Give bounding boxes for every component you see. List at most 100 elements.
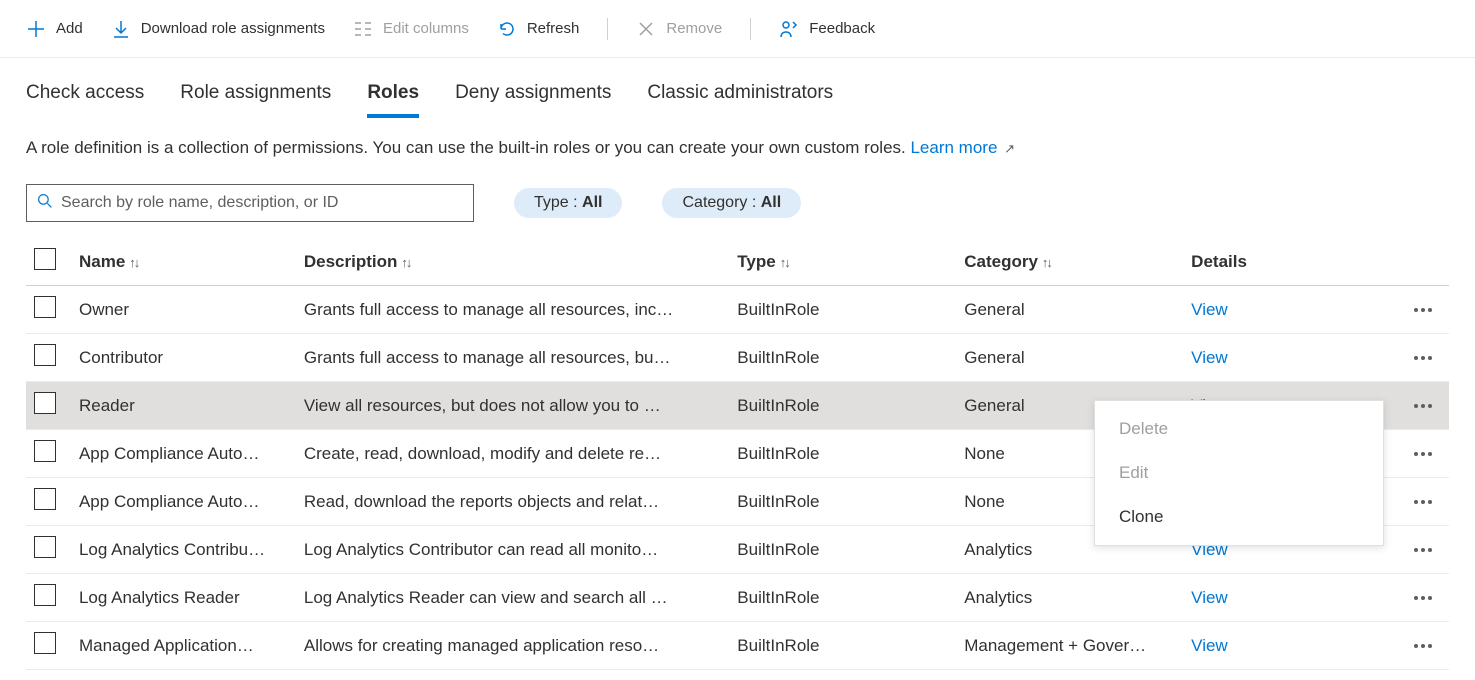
toolbar-divider	[607, 18, 608, 40]
cell-description: Grants full access to manage all resourc…	[296, 286, 729, 334]
page-description: A role definition is a collection of per…	[0, 118, 1475, 158]
cell-description: Log Analytics Reader can view and search…	[296, 574, 729, 622]
feedback-button[interactable]: Feedback	[779, 19, 875, 39]
row-checkbox[interactable]	[34, 392, 56, 414]
table-row[interactable]: Log Analytics ReaderLog Analytics Reader…	[26, 574, 1449, 622]
cell-category: General	[956, 286, 1183, 334]
sort-icon: ↑↓	[129, 255, 138, 270]
external-link-icon: ↗	[1004, 141, 1015, 156]
header-details: Details	[1183, 238, 1398, 286]
header-description[interactable]: Description↑↓	[296, 238, 729, 286]
header-name[interactable]: Name↑↓	[71, 238, 296, 286]
row-checkbox[interactable]	[34, 296, 56, 318]
edit-columns-button: Edit columns	[353, 19, 469, 39]
tab-deny-assignments[interactable]: Deny assignments	[455, 82, 611, 118]
row-checkbox[interactable]	[34, 632, 56, 654]
feedback-icon	[779, 19, 799, 39]
view-link[interactable]: View	[1191, 300, 1228, 319]
select-all-checkbox[interactable]	[34, 248, 56, 270]
sort-icon: ↑↓	[401, 255, 410, 270]
tab-classic-administrators[interactable]: Classic administrators	[647, 82, 833, 118]
cell-name: Log Analytics Reader	[71, 574, 296, 622]
cell-type: BuiltInRole	[729, 526, 956, 574]
download-label: Download role assignments	[141, 20, 325, 37]
cell-description: Grants full access to manage all resourc…	[296, 334, 729, 382]
cell-category: General	[956, 334, 1183, 382]
refresh-label: Refresh	[527, 20, 580, 37]
header-type[interactable]: Type↑↓	[729, 238, 956, 286]
refresh-button[interactable]: Refresh	[497, 19, 580, 39]
download-button[interactable]: Download role assignments	[111, 19, 325, 39]
search-input[interactable]	[61, 194, 463, 212]
type-filter-label: Type :	[534, 194, 582, 211]
view-link[interactable]: View	[1191, 348, 1228, 367]
toolbar-divider	[750, 18, 751, 40]
learn-more-link[interactable]: Learn more ↗	[910, 138, 1015, 157]
row-checkbox[interactable]	[34, 488, 56, 510]
row-more-button[interactable]	[1406, 404, 1441, 408]
cell-description: Log Analytics Contributor can read all m…	[296, 526, 729, 574]
cell-name: Log Analytics Contribu…	[71, 526, 296, 574]
columns-icon	[353, 19, 373, 39]
header-category[interactable]: Category↑↓	[956, 238, 1183, 286]
feedback-label: Feedback	[809, 20, 875, 37]
cell-name: Owner	[71, 286, 296, 334]
row-checkbox[interactable]	[34, 536, 56, 558]
row-more-button[interactable]	[1406, 452, 1441, 456]
cell-description: View all resources, but does not allow y…	[296, 382, 729, 430]
tab-check-access[interactable]: Check access	[26, 82, 144, 118]
view-link[interactable]: View	[1191, 636, 1228, 655]
add-button[interactable]: Add	[26, 19, 83, 39]
category-filter-value: All	[761, 194, 781, 211]
toolbar: Add Download role assignments Edit colum…	[0, 0, 1475, 58]
row-more-button[interactable]	[1406, 356, 1441, 360]
cell-name: Reader	[71, 382, 296, 430]
search-box[interactable]	[26, 184, 474, 222]
row-checkbox[interactable]	[34, 584, 56, 606]
cell-description: Create, read, download, modify and delet…	[296, 430, 729, 478]
description-text: A role definition is a collection of per…	[26, 138, 910, 157]
type-filter-value: All	[582, 194, 602, 211]
cell-name: Contributor	[71, 334, 296, 382]
row-more-button[interactable]	[1406, 500, 1441, 504]
cell-type: BuiltInRole	[729, 382, 956, 430]
cell-name: App Compliance Auto…	[71, 430, 296, 478]
menu-edit: Edit	[1095, 451, 1383, 495]
table-header-row: Name↑↓ Description↑↓ Type↑↓ Category↑↓ D…	[26, 238, 1449, 286]
sort-icon: ↑↓	[1042, 255, 1051, 270]
tab-role-assignments[interactable]: Role assignments	[180, 82, 331, 118]
add-label: Add	[56, 20, 83, 37]
cell-description: Allows for creating managed application …	[296, 622, 729, 670]
cell-type: BuiltInRole	[729, 286, 956, 334]
row-checkbox[interactable]	[34, 440, 56, 462]
remove-button: Remove	[636, 19, 722, 39]
menu-delete: Delete	[1095, 407, 1383, 451]
row-more-button[interactable]	[1406, 548, 1441, 552]
view-link[interactable]: View	[1191, 588, 1228, 607]
category-filter[interactable]: Category : All	[662, 188, 801, 218]
row-checkbox[interactable]	[34, 344, 56, 366]
cell-type: BuiltInRole	[729, 574, 956, 622]
cell-name: Managed Application…	[71, 622, 296, 670]
table-row[interactable]: ContributorGrants full access to manage …	[26, 334, 1449, 382]
menu-clone[interactable]: Clone	[1095, 495, 1383, 539]
tabs: Check access Role assignments Roles Deny…	[0, 58, 1475, 118]
plus-icon	[26, 19, 46, 39]
download-icon	[111, 19, 131, 39]
cell-category: Management + Gover…	[956, 622, 1183, 670]
category-filter-label: Category :	[682, 194, 760, 211]
type-filter[interactable]: Type : All	[514, 188, 622, 218]
cell-type: BuiltInRole	[729, 430, 956, 478]
table-row[interactable]: Managed Application…Allows for creating …	[26, 622, 1449, 670]
row-more-button[interactable]	[1406, 596, 1441, 600]
table-row[interactable]: OwnerGrants full access to manage all re…	[26, 286, 1449, 334]
cell-type: BuiltInRole	[729, 478, 956, 526]
x-icon	[636, 19, 656, 39]
row-context-menu: Delete Edit Clone	[1094, 400, 1384, 546]
remove-label: Remove	[666, 20, 722, 37]
tab-roles[interactable]: Roles	[367, 82, 419, 118]
row-more-button[interactable]	[1406, 644, 1441, 648]
cell-description: Read, download the reports objects and r…	[296, 478, 729, 526]
filter-bar: Type : All Category : All	[0, 158, 1475, 238]
row-more-button[interactable]	[1406, 308, 1441, 312]
